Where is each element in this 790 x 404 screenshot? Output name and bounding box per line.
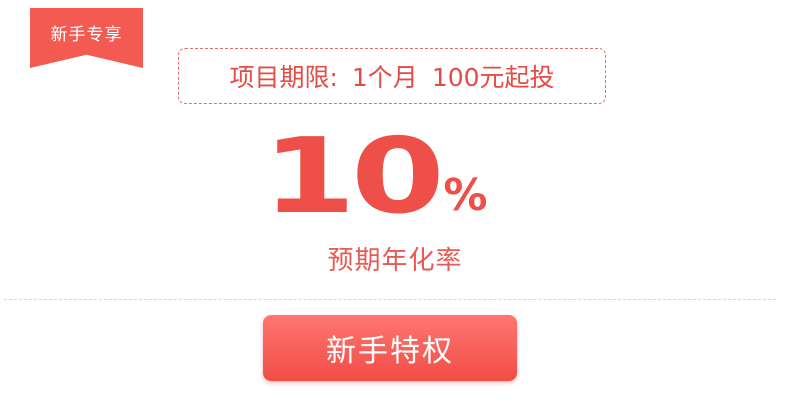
term-duration: 1个月 (351, 63, 418, 92)
ribbon-label: 新手专享 (50, 25, 123, 45)
annual-rate: 10 % (0, 115, 790, 237)
new-user-privilege-button[interactable]: 新手特权 (263, 315, 517, 381)
rate-value: 10 (261, 115, 445, 237)
new-user-ribbon: 新手专享 (30, 8, 143, 68)
section-divider (4, 299, 776, 300)
rate-unit: % (443, 170, 488, 221)
project-term-box: 项目期限: 1个月 100元起投 (178, 48, 606, 104)
term-minimum: 100元起投 (431, 63, 555, 92)
rate-caption: 预期年化率 (327, 246, 463, 276)
term-prefix: 项目期限: (229, 63, 338, 92)
